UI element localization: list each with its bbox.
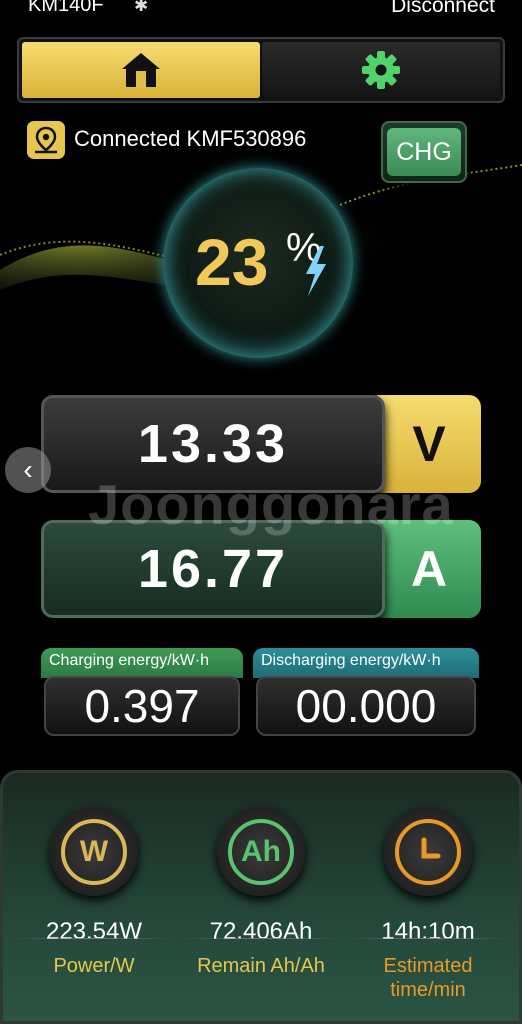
divider <box>181 938 341 939</box>
disconnect-button[interactable]: Disconnect <box>391 0 495 18</box>
bluetooth-icon: ✱ <box>134 0 149 15</box>
stat-remain-ah: Ah 72.406Ah Remain Ah/Ah <box>181 808 341 1018</box>
home-icon <box>122 53 160 87</box>
ah-icon-letter: Ah <box>228 819 294 885</box>
status-bar: KM140F ✱ Disconnect <box>0 0 522 26</box>
charge-mode-label: CHG <box>387 128 461 176</box>
divider <box>14 938 174 939</box>
discharging-energy-value: 00.000 <box>256 676 476 736</box>
charging-energy-value: 0.397 <box>44 676 240 736</box>
estimated-time-value: 14h:10m <box>381 918 475 945</box>
power-label: Power/W <box>53 955 135 977</box>
gear-icon <box>362 51 400 89</box>
battery-percent: 23 <box>195 225 269 299</box>
divider <box>348 938 508 939</box>
location-pin-icon <box>27 121 65 159</box>
lightning-icon <box>306 246 326 296</box>
back-chevron-icon[interactable]: ‹ <box>5 447 51 493</box>
tab-bar <box>17 37 505 103</box>
tab-home[interactable] <box>22 42 260 98</box>
watermark-text: Joonggonara <box>88 473 454 536</box>
clock-hands-icon <box>421 837 441 859</box>
stat-estimated-time: 14h:10m Estimated time/min <box>348 808 508 1018</box>
discharging-energy-label: Discharging energy/kW·h <box>253 648 479 678</box>
clock-icon <box>384 808 472 896</box>
remain-ah-value: 72.406Ah <box>209 918 313 945</box>
discharging-energy-card: Discharging energy/kW·h 00.000 <box>253 648 479 738</box>
charging-energy-card: Charging energy/kW·h 0.397 <box>41 648 243 738</box>
connection-status: Connected KMF530896 <box>74 126 307 151</box>
remain-ah-label: Remain Ah/Ah <box>197 955 325 977</box>
ah-icon: Ah <box>217 808 305 896</box>
estimated-time-label: Estimated time/min <box>383 955 473 1001</box>
power-icon-letter: W <box>61 819 127 885</box>
power-value: 223.54W <box>45 918 143 945</box>
tab-settings[interactable] <box>262 42 500 98</box>
power-icon: W <box>50 808 138 896</box>
stat-power: W 223.54W Power/W <box>14 808 174 1018</box>
charging-energy-label: Charging energy/kW·h <box>41 648 243 678</box>
device-name: KM140F <box>28 0 104 16</box>
charge-mode-button[interactable]: CHG <box>381 121 467 183</box>
